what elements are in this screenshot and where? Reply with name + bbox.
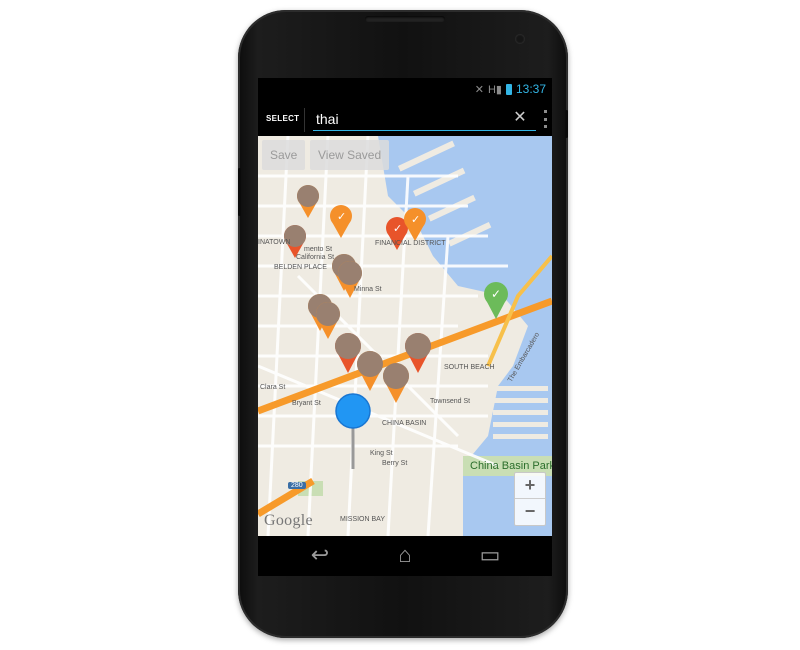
map-label-berry-st: Berry St: [382, 460, 408, 467]
map-view[interactable]: ✓ ✓ ✓ ✓ Save View Saved FINANCIAL DISTRI…: [258, 136, 552, 536]
map-label-chinatown: INATOWN: [258, 239, 291, 246]
earpiece-speaker: [365, 16, 445, 22]
highway-280-shield: 280: [288, 482, 306, 489]
close-icon[interactable]: ✕: [512, 110, 528, 126]
divider: [304, 108, 305, 132]
phone-screen: ✕ H▮ 13:37 SELECT ✕: [258, 78, 552, 536]
map-label-king-st: King St: [370, 450, 393, 457]
save-button[interactable]: Save: [262, 140, 306, 170]
map-label-china-basin: CHINA BASIN: [382, 420, 427, 427]
home-icon[interactable]: ⌂: [385, 542, 425, 568]
map-label-sacramento-st: mento St: [304, 246, 333, 253]
status-time: 13:37: [515, 82, 546, 96]
volume-button: [238, 168, 241, 216]
map-label-california-st: California St: [296, 254, 335, 261]
svg-text:✓: ✓: [411, 214, 420, 226]
overflow-menu-icon[interactable]: [542, 110, 548, 128]
mute-icon: ✕: [474, 83, 484, 96]
view-saved-button[interactable]: View Saved: [310, 140, 390, 170]
search-input[interactable]: [313, 108, 536, 131]
front-camera: [515, 34, 525, 44]
back-icon[interactable]: ↩: [300, 542, 340, 568]
map-label-townsend-st: Townsend St: [430, 398, 471, 405]
signal-type-label: H: [487, 83, 496, 96]
navigation-bar: ↩ ⌂ ▭: [258, 536, 552, 576]
status-bar: ✕ H▮ 13:37: [258, 78, 552, 102]
svg-text:✓: ✓: [491, 287, 501, 301]
map-label-china-basin-park: China Basin Park: [470, 460, 552, 472]
map-label-belden-place: BELDEN PLACE: [274, 264, 327, 271]
map-label-mission-bay: MISSION BAY: [340, 516, 385, 523]
map-label-minna-st: Minna St: [354, 286, 382, 293]
map-label-clara-st: Clara St: [260, 384, 286, 391]
signal-icon: H▮: [487, 83, 502, 96]
map-label-south-beach: SOUTH BEACH: [444, 364, 495, 371]
map-label-financial-district: FINANCIAL DISTRICT: [375, 240, 446, 247]
svg-text:✓: ✓: [337, 211, 346, 223]
map-label-bryant-st: Bryant St: [292, 400, 321, 407]
select-button[interactable]: SELECT: [266, 114, 299, 123]
zoom-in-button[interactable]: +: [515, 473, 545, 498]
battery-icon: [505, 83, 512, 95]
google-logo: Google: [264, 512, 313, 529]
zoom-out-button[interactable]: −: [515, 499, 545, 524]
zoom-control: + −: [514, 472, 546, 526]
power-button: [565, 110, 568, 138]
map-canvas: ✓ ✓ ✓ ✓: [258, 136, 552, 536]
search-action-bar: SELECT ✕: [258, 102, 552, 136]
svg-text:✓: ✓: [393, 223, 402, 235]
recents-icon[interactable]: ▭: [470, 542, 510, 568]
